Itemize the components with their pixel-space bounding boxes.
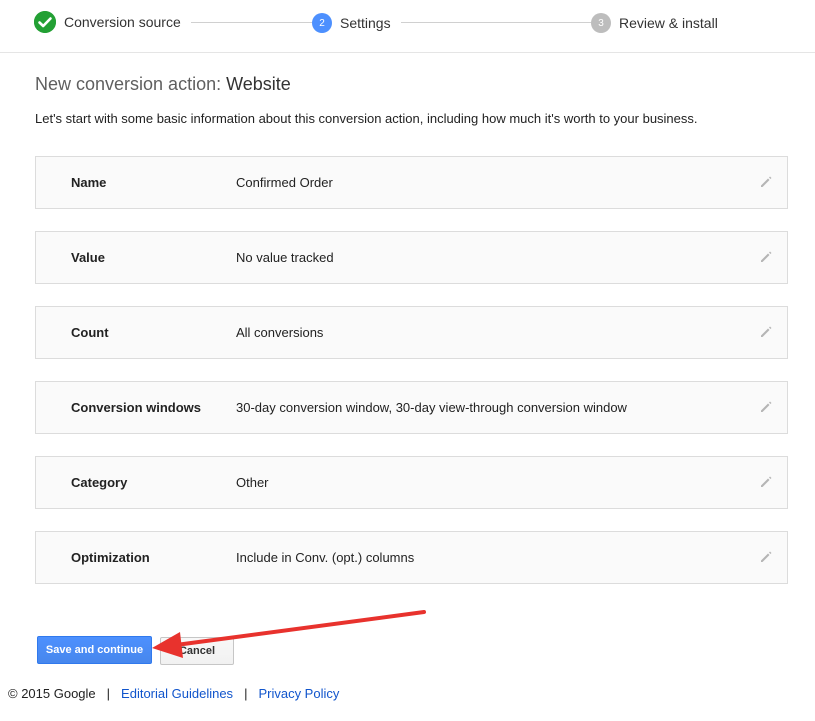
step-conversion-source[interactable]: Conversion source (34, 11, 191, 33)
stepper-line (400, 22, 600, 23)
setting-label: Conversion windows (71, 400, 202, 415)
setting-label: Name (71, 175, 107, 190)
setting-value: No value tracked (236, 250, 334, 265)
setting-label: Optimization (71, 550, 150, 565)
setting-value: All conversions (236, 325, 324, 340)
progress-stepper: Conversion source 2 Settings 3 Review & … (0, 0, 815, 53)
save-and-continue-button[interactable]: Save and continue (37, 636, 152, 664)
checkmark-icon (34, 11, 56, 33)
step-review-install[interactable]: 3 Review & install (591, 12, 728, 34)
step-number-badge: 3 (591, 13, 611, 33)
setting-value: Confirmed Order (236, 175, 333, 190)
pencil-icon[interactable] (759, 550, 773, 564)
setting-row-value[interactable]: Value No value tracked (35, 231, 788, 284)
step-label: Review & install (619, 15, 718, 31)
pencil-icon[interactable] (759, 175, 773, 189)
setting-row-category[interactable]: Category Other (35, 456, 788, 509)
setting-label: Value (71, 250, 105, 265)
setting-row-name[interactable]: Name Confirmed Order (35, 156, 788, 209)
setting-row-count[interactable]: Count All conversions (35, 306, 788, 359)
editorial-guidelines-link[interactable]: Editorial Guidelines (121, 686, 233, 701)
setting-row-conversion-windows[interactable]: Conversion windows 30-day conversion win… (35, 381, 788, 434)
intro-text: Let's start with some basic information … (35, 111, 698, 126)
annotation-arrow-icon (152, 610, 426, 658)
cancel-button[interactable]: Cancel (160, 637, 234, 665)
footer-separator: | (244, 686, 248, 701)
setting-label: Category (71, 475, 128, 490)
setting-value: 30-day conversion window, 30-day view-th… (236, 400, 627, 415)
pencil-icon[interactable] (759, 325, 773, 339)
pencil-icon[interactable] (759, 250, 773, 264)
privacy-policy-link[interactable]: Privacy Policy (258, 686, 339, 701)
step-label: Conversion source (64, 14, 181, 30)
setting-row-optimization[interactable]: Optimization Include in Conv. (opt.) col… (35, 531, 788, 584)
conversion-settings-page: Conversion source 2 Settings 3 Review & … (0, 0, 815, 721)
setting-value: Other (236, 475, 269, 490)
step-label: Settings (340, 15, 391, 31)
page-title-type: Website (226, 74, 291, 94)
footer-separator: | (106, 686, 111, 701)
setting-value: Include in Conv. (opt.) columns (236, 550, 415, 565)
setting-label: Count (71, 325, 109, 340)
step-settings[interactable]: 2 Settings (312, 12, 401, 34)
page-title-prefix: New conversion action: (35, 74, 227, 94)
page-title: New conversion action: Website (35, 74, 291, 95)
pencil-icon[interactable] (759, 400, 773, 414)
step-number-badge: 2 (312, 13, 332, 33)
pencil-icon[interactable] (759, 475, 773, 489)
copyright-text: © 2015 Google (8, 686, 96, 701)
footer: © 2015 Google | Editorial Guidelines | P… (8, 686, 339, 701)
